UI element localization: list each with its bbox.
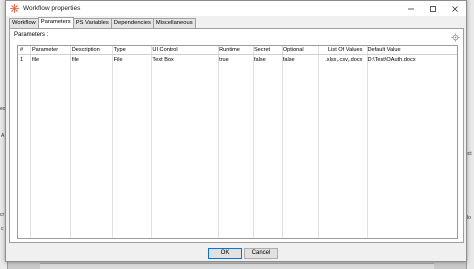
background-text: c	[1, 226, 4, 232]
background-text: A	[1, 133, 5, 139]
type-cell[interactable]: File	[112, 56, 151, 65]
minimize-icon	[408, 8, 414, 9]
column-header-runtime[interactable]: Runtime	[217, 46, 252, 55]
background-right-panel	[466, 0, 474, 269]
tab-workflow[interactable]: Workflow	[9, 18, 39, 28]
workflow-properties-dialog: Workflow properties Workflow Parameters …	[5, 0, 467, 262]
window-title: Workflow properties	[23, 5, 81, 12]
column-header-list-of-values[interactable]: List Of Values	[317, 46, 366, 55]
tab-ps-variables[interactable]: PS Variables	[72, 18, 112, 28]
dialog-footer: OK Cancel	[6, 246, 466, 260]
column-header-description[interactable]: Description	[70, 46, 112, 55]
tab-parameters[interactable]: Parameters	[37, 17, 74, 28]
table-header: # Parameter Description Type UI Control …	[18, 46, 457, 55]
parameter-cell[interactable]: file	[30, 56, 70, 65]
secret-cell[interactable]: false	[252, 56, 281, 65]
maximize-icon	[430, 5, 436, 12]
column-header-type[interactable]: Type	[112, 46, 151, 55]
row-number-cell[interactable]: 1	[18, 56, 30, 65]
close-button[interactable]	[444, 1, 466, 16]
description-cell[interactable]: file	[70, 56, 112, 65]
title-bar[interactable]: Workflow properties	[6, 1, 466, 16]
default-value-cell[interactable]: D:\Test\OAuth.docx	[365, 56, 457, 65]
tab-dependencies[interactable]: Dependencies	[110, 18, 154, 28]
column-header-number[interactable]: #	[18, 46, 30, 55]
gear-icon[interactable]	[450, 32, 460, 42]
runtime-cell[interactable]: true	[217, 56, 252, 65]
app-icon	[9, 4, 19, 14]
cancel-button[interactable]: Cancel	[244, 248, 278, 259]
column-header-parameter[interactable]: Parameter	[30, 46, 70, 55]
close-icon	[452, 5, 458, 12]
list-of-values-cell[interactable]: .xlsx,.csv,.docx	[317, 56, 366, 65]
parameters-label: Parameters :	[14, 32, 49, 38]
table-row[interactable]: 1 file file File Text Box true false fal…	[18, 56, 457, 65]
tab-miscellaneous[interactable]: Miscellaneous	[152, 18, 196, 28]
column-header-optional[interactable]: Optional	[281, 46, 317, 55]
maximize-button[interactable]	[422, 1, 444, 16]
column-header-ui-control[interactable]: UI Control	[150, 46, 217, 55]
column-header-secret[interactable]: Secret	[252, 46, 281, 55]
ui-control-cell[interactable]: Text Box	[150, 56, 217, 65]
tab-strip: Workflow Parameters PS Variables Depende…	[9, 17, 196, 28]
parameters-table: # Parameter Description Type UI Control …	[17, 45, 458, 239]
background-text: cr	[0, 212, 5, 218]
parameters-panel: Parameters : # Parameter Description Typ…	[9, 28, 464, 243]
optional-cell[interactable]: false	[281, 56, 317, 65]
background-statusbar	[40, 263, 434, 269]
background-text: lo	[467, 215, 471, 221]
column-header-default-value[interactable]: Default Value	[365, 46, 457, 55]
minimize-button[interactable]	[400, 1, 422, 16]
window-controls	[400, 1, 466, 16]
ok-button[interactable]: OK	[208, 248, 242, 259]
